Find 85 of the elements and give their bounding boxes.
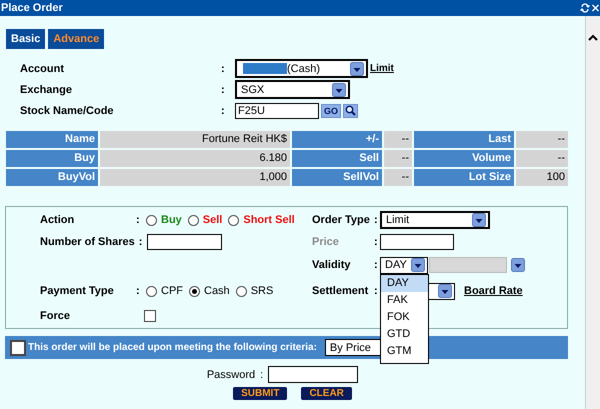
option-label: Sell [202, 214, 222, 226]
colon: : [221, 84, 226, 96]
select-value: (Cash) [287, 62, 320, 74]
table-cell: 100 [516, 169, 568, 186]
dropdown-item[interactable]: FOK [381, 308, 428, 326]
date-field[interactable] [429, 257, 507, 273]
select-value: SGX [241, 84, 264, 96]
account-select[interactable]: (Cash) [235, 59, 368, 78]
radio-button[interactable] [188, 214, 199, 226]
option-label: SRS [250, 285, 274, 297]
tab[interactable]: Basic [6, 29, 46, 49]
action-button[interactable]: SUBMIT [233, 387, 288, 400]
search-button[interactable] [343, 104, 358, 118]
colon: : [374, 285, 379, 297]
field-label: Password [206, 368, 256, 380]
select-value: By Price [330, 342, 371, 354]
field-label: Order Type [312, 214, 371, 226]
colon: : [136, 285, 141, 297]
table-cell: -- [384, 169, 412, 186]
field-label: Stock Name/Code [20, 104, 115, 116]
table-cell: -- [384, 150, 412, 167]
colon: : [374, 259, 379, 271]
checkbox[interactable] [10, 340, 26, 356]
option-label: Cash [204, 285, 230, 297]
table-header-cell: +/- [292, 131, 382, 148]
field-label: Price [312, 236, 340, 248]
field-label: Number of Shares [40, 236, 135, 248]
colon: : [374, 236, 379, 248]
validity-select[interactable]: DAY [380, 256, 428, 274]
checkbox[interactable] [144, 310, 156, 322]
field-label: Payment Type [40, 285, 115, 297]
price-field[interactable] [380, 234, 454, 250]
table-header-cell: Last [414, 131, 514, 148]
action-button[interactable]: CLEAR [301, 387, 352, 400]
criteria-text: This order will be placed upon meeting the following criteria: [28, 342, 317, 353]
table-header-cell: Buy [6, 150, 98, 167]
colon: : [260, 368, 264, 380]
table-cell: Fortune Reit HK$ [100, 131, 290, 148]
field-label: Force [40, 310, 71, 322]
table-cell: 6.180 [100, 150, 290, 167]
radio-button[interactable] [146, 286, 157, 296]
colon: : [221, 62, 226, 74]
table-header-cell: Name [6, 131, 98, 148]
table-cell: -- [516, 131, 568, 148]
table-header-cell: BuyVol [6, 169, 98, 186]
field-label: Settlement [312, 285, 370, 297]
radio-button[interactable] [189, 286, 200, 296]
colon: : [138, 236, 144, 248]
radio-button[interactable] [146, 214, 157, 226]
table-header-cell: Lot Size [414, 169, 514, 186]
go-button[interactable]: GO [321, 104, 342, 118]
stock-code-field[interactable]: F25U [235, 102, 319, 118]
colon: : [221, 104, 226, 116]
exchange-select[interactable]: SGX [235, 80, 350, 99]
window-title: Place Order [0, 2, 63, 14]
board-rate-link[interactable]: Board Rate [464, 285, 523, 297]
colon: : [374, 214, 379, 226]
option-label: CPF [161, 285, 183, 297]
field-label: Action [40, 214, 76, 226]
table-header-cell: Volume [414, 150, 514, 167]
scrollbar[interactable] [585, 16, 600, 409]
search-icon [345, 105, 356, 116]
table-cell: -- [384, 131, 412, 148]
table-header-cell: Sell [292, 150, 382, 167]
field-label: Exchange [20, 84, 73, 96]
table-cell: -- [516, 150, 568, 167]
close-icon[interactable] [592, 4, 599, 12]
table-cell: 1,000 [100, 169, 290, 186]
field-label: Account [20, 62, 65, 74]
password-field[interactable] [268, 366, 358, 383]
shares-field[interactable] [146, 234, 222, 250]
dropdown-item[interactable]: FAK [381, 292, 428, 308]
limit-link[interactable]: Limit [370, 63, 394, 74]
radio-button[interactable] [236, 286, 247, 296]
scroll-up-icon[interactable] [588, 34, 598, 41]
colon: : [136, 214, 141, 226]
order-type-select[interactable]: Limit [380, 211, 490, 229]
field-label: Validity [312, 259, 352, 271]
dropdown-item[interactable]: DAY [381, 274, 428, 292]
radio-button[interactable] [228, 214, 240, 226]
refresh-icon[interactable] [580, 3, 590, 13]
tab[interactable]: Advance [48, 29, 104, 49]
option-label: Buy [161, 214, 182, 226]
option-label: Short Sell [243, 214, 295, 226]
table-header-cell: SellVol [292, 169, 382, 186]
